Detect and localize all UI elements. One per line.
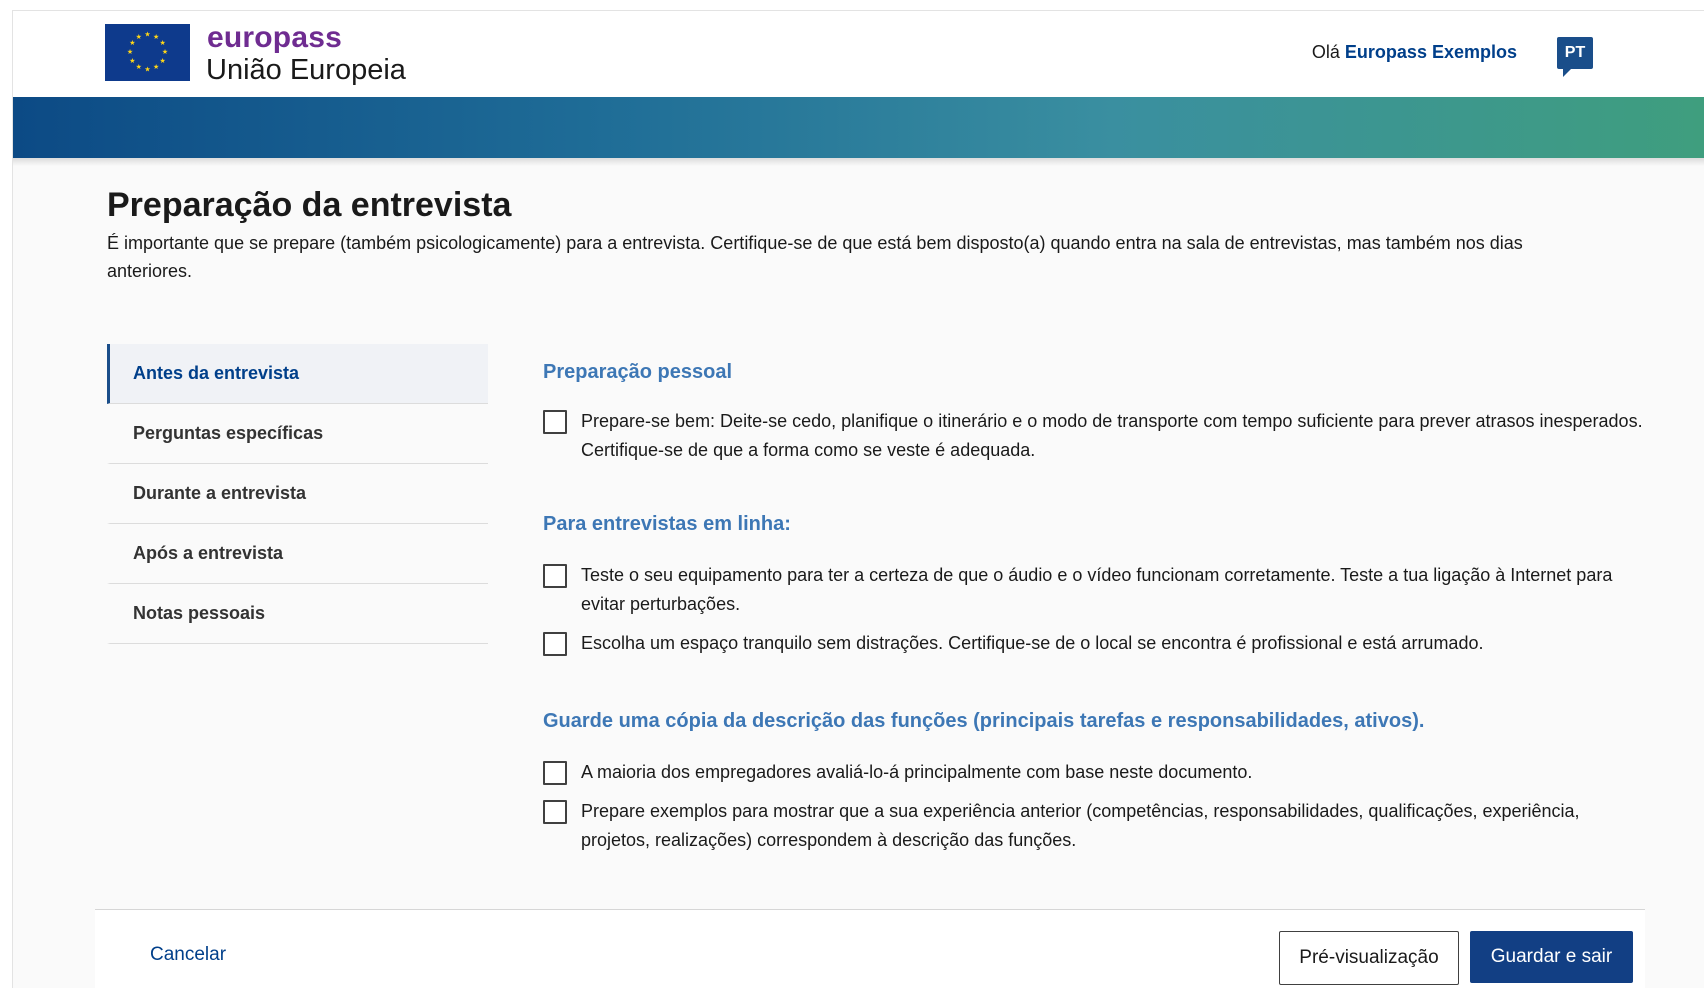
eu-flag-icon[interactable]: ★ ★ ★ ★ ★ ★ ★ ★ ★ ★ ★ ★ (105, 24, 190, 81)
eu-stars-circle: ★ ★ ★ ★ ★ ★ ★ ★ ★ ★ ★ ★ (127, 31, 168, 74)
svg-text:★: ★ (162, 48, 168, 56)
checklist-item: Teste o seu equipamento para ter a certe… (543, 561, 1653, 619)
language-selector[interactable]: PT (1557, 37, 1593, 77)
svg-text:★: ★ (159, 57, 165, 65)
checkbox-unchecked-icon[interactable] (543, 632, 567, 656)
checklist-item: A maioria dos empregadores avaliá-lo-á p… (543, 758, 1653, 787)
sidebar-item-antes-da-entrevista[interactable]: Antes da entrevista (107, 344, 488, 404)
checklist-item: Escolha um espaço tranquilo sem distraçõ… (543, 629, 1653, 658)
sidebar-item-label: Antes da entrevista (133, 363, 300, 383)
sidebar-item-notas-pessoais[interactable]: Notas pessoais (107, 584, 488, 644)
svg-text:★: ★ (129, 57, 135, 65)
sidebar-item-label: Notas pessoais (133, 603, 266, 623)
sidebar-nav: Antes da entrevista Perguntas específica… (107, 344, 488, 644)
checklist-item-text: A maioria dos empregadores avaliá-lo-á p… (581, 762, 1253, 782)
sidebar-item-label: Após a entrevista (133, 543, 284, 563)
header-shadow (13, 158, 1704, 166)
svg-text:★: ★ (127, 48, 133, 56)
header-gradient-band (13, 97, 1704, 158)
svg-text:★: ★ (153, 33, 159, 41)
top-header: ★ ★ ★ ★ ★ ★ ★ ★ ★ ★ ★ ★ europass União E… (13, 11, 1704, 97)
checklist-content: Preparação pessoal Prepare-se bem: Deite… (543, 361, 1653, 855)
checkbox-unchecked-icon[interactable] (543, 761, 567, 785)
section-title: Guarde uma cópia da descrição das funçõe… (543, 710, 1425, 732)
action-footer: Cancelar Pré-visualização Guardar e sair (95, 909, 1645, 988)
greeting-prefix: Olá (1311, 42, 1340, 62)
checkbox-unchecked-icon[interactable] (543, 564, 567, 588)
svg-text:★: ★ (129, 39, 135, 47)
sidebar-item-perguntas-especificas[interactable]: Perguntas específicas (107, 404, 488, 464)
save-and-exit-button[interactable]: Guardar e sair (1470, 931, 1633, 983)
checklist-item-text: Prepare exemplos para mostrar que a sua … (581, 801, 1580, 850)
checkbox-unchecked-icon[interactable] (543, 800, 567, 824)
page-intro: É importante que se prepare (também psic… (107, 233, 1523, 281)
section-title: Preparação pessoal (543, 361, 732, 383)
checklist-item-text: Teste o seu equipamento para ter a certe… (581, 565, 1613, 614)
checklist-item: Prepare exemplos para mostrar que a sua … (543, 797, 1653, 855)
section-title: Para entrevistas em linha: (543, 513, 791, 535)
app-frame: ★ ★ ★ ★ ★ ★ ★ ★ ★ ★ ★ ★ europass União E… (12, 10, 1704, 988)
checklist-item: Prepare-se bem: Deite-se cedo, planifiqu… (543, 407, 1653, 465)
language-code: PT (1564, 44, 1586, 61)
svg-text:★: ★ (136, 63, 142, 71)
user-name-link[interactable]: Europass Exemplos (1345, 42, 1517, 62)
svg-text:★: ★ (136, 33, 142, 41)
sidebar-item-apos-a-entrevista[interactable]: Após a entrevista (107, 524, 488, 584)
sidebar-item-label: Perguntas específicas (133, 423, 324, 443)
sidebar-item-label: Durante a entrevista (133, 483, 307, 503)
page-title: Preparação da entrevista (107, 186, 512, 224)
svg-text:★: ★ (144, 66, 150, 74)
brand-name: europass (207, 21, 342, 54)
cancel-button[interactable]: Cancelar (150, 944, 226, 966)
checkbox-unchecked-icon[interactable] (543, 410, 567, 434)
checklist-item-text: Escolha um espaço tranquilo sem distraçõ… (581, 633, 1484, 653)
user-greeting: Olá Europass Exemplos (1312, 42, 1517, 63)
preview-button[interactable]: Pré-visualização (1279, 931, 1459, 985)
checklist-item-text: Prepare-se bem: Deite-se cedo, planifiqu… (581, 411, 1643, 460)
svg-text:★: ★ (153, 63, 159, 71)
svg-text:★: ★ (144, 31, 150, 39)
svg-text:★: ★ (159, 39, 165, 47)
brand-subtitle: União Europeia (206, 54, 406, 86)
sidebar-item-durante-a-entrevista[interactable]: Durante a entrevista (107, 464, 488, 524)
